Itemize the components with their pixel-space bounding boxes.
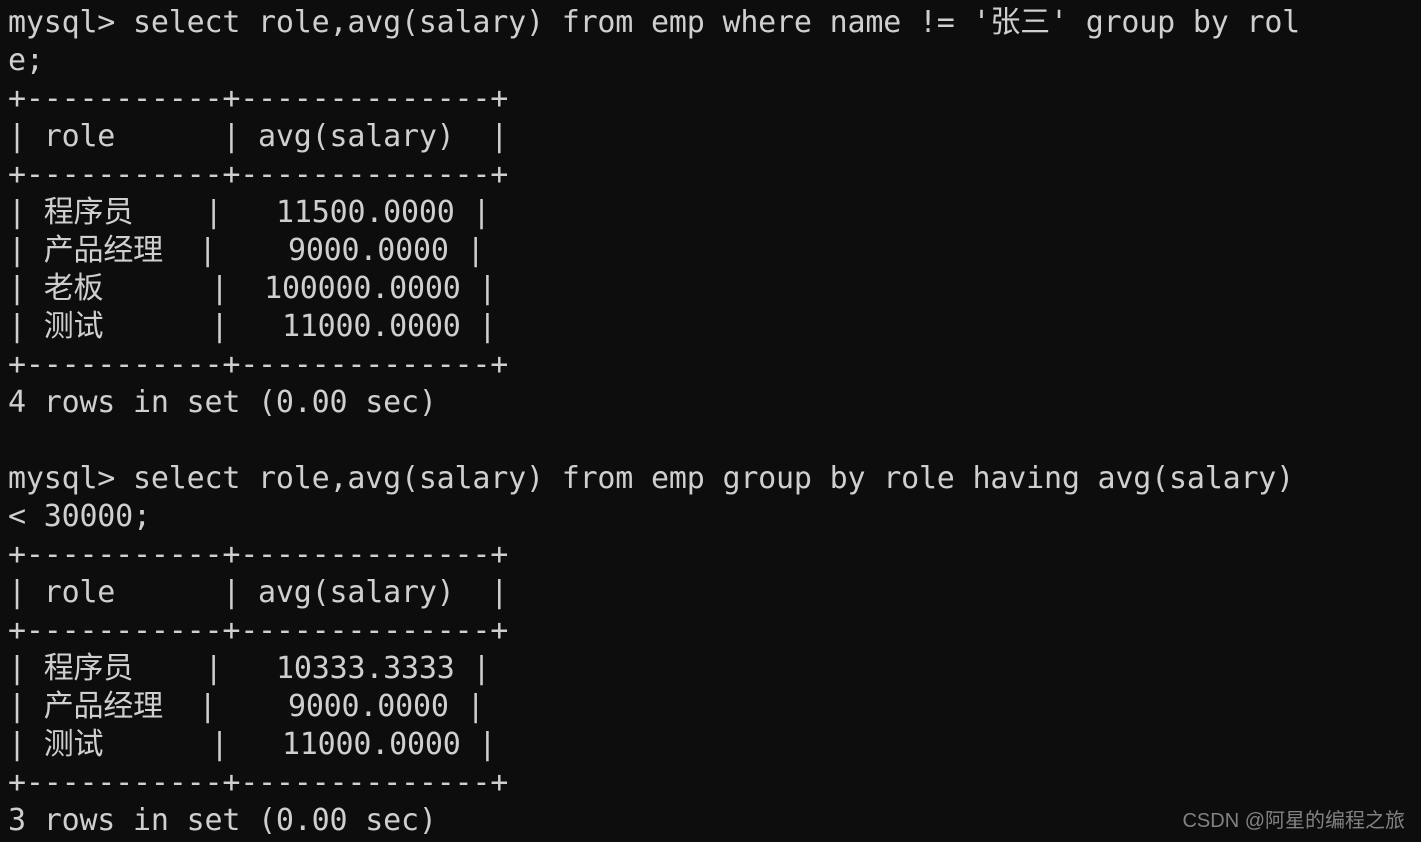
- table-header-row: | role | avg(salary) |: [8, 119, 509, 154]
- table-row: | 程序员 | 10333.3333 |: [8, 651, 491, 686]
- terminal-line: mysql> select role,avg(salary) from emp …: [8, 5, 1301, 40]
- terminal-output: mysql> select role,avg(salary) from emp …: [8, 4, 1421, 840]
- table-border-bottom: +-----------+--------------+: [8, 765, 509, 800]
- terminal-line: < 30000;: [8, 499, 151, 534]
- table-border-bottom: +-----------+--------------+: [8, 347, 509, 382]
- table-row: | 程序员 | 11500.0000 |: [8, 195, 491, 230]
- result-status: 4 rows in set (0.00 sec): [8, 385, 437, 420]
- table-border-header: +-----------+--------------+: [8, 157, 509, 192]
- terminal-line: e;: [8, 43, 44, 78]
- terminal-window[interactable]: mysql> select role,avg(salary) from emp …: [0, 0, 1421, 842]
- table-border-header: +-----------+--------------+: [8, 613, 509, 648]
- table-border-top: +-----------+--------------+: [8, 81, 509, 116]
- table-row: | 测试 | 11000.0000 |: [8, 309, 497, 344]
- table-header-row: | role | avg(salary) |: [8, 575, 509, 610]
- table-row: | 产品经理 | 9000.0000 |: [8, 689, 485, 724]
- csdn-watermark: CSDN @阿星的编程之旅: [1182, 810, 1405, 832]
- table-row: | 产品经理 | 9000.0000 |: [8, 233, 485, 268]
- terminal-line: mysql> select role,avg(salary) from emp …: [8, 461, 1295, 496]
- table-row: | 测试 | 11000.0000 |: [8, 727, 497, 762]
- table-row: | 老板 | 100000.0000 |: [8, 271, 497, 306]
- table-border-top: +-----------+--------------+: [8, 537, 509, 572]
